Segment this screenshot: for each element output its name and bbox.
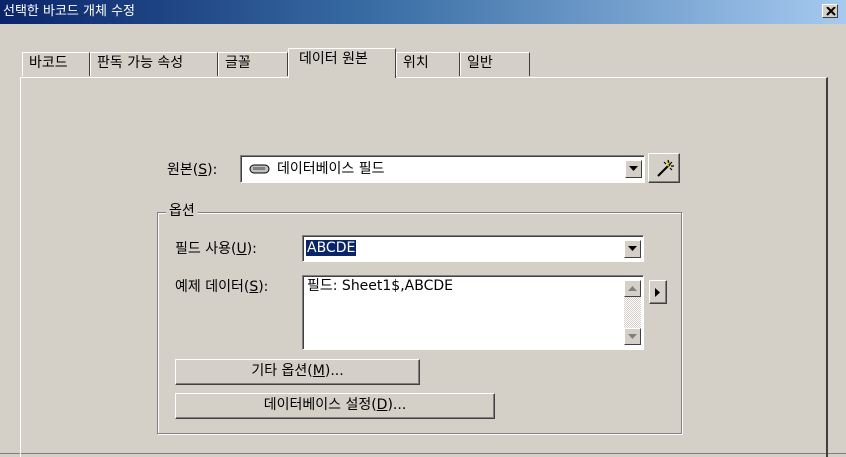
tab-readable-properties[interactable]: 판독 가능 속성 [90, 52, 218, 76]
tab-barcode[interactable]: 바코드 [22, 52, 90, 76]
tab-label: 위치 [403, 55, 429, 71]
tab-label: 바코드 [29, 55, 68, 71]
edit-barcode-dialog: 선택한 바코드 개체 수정 바코드 판독 가능 속성 글꼴 데이터 원본 위치 … [0, 0, 846, 457]
tab-label: 일반 [467, 55, 493, 71]
close-button[interactable] [822, 4, 838, 18]
tab-label: 판독 가능 속성 [97, 55, 184, 71]
tab-label: 글꼴 [225, 55, 251, 71]
tab-label: 데이터 원본 [299, 51, 368, 67]
title-bar[interactable]: 선택한 바코드 개체 수정 [0, 0, 846, 24]
window-title: 선택한 바코드 개체 수정 [3, 4, 135, 19]
close-icon [826, 7, 836, 16]
tab-panel-data-source [20, 77, 828, 457]
tab-position[interactable]: 위치 [396, 52, 460, 76]
tab-font[interactable]: 글꼴 [218, 52, 288, 76]
tab-data-source[interactable]: 데이터 원본 [288, 48, 396, 78]
tab-general[interactable]: 일반 [460, 52, 530, 76]
